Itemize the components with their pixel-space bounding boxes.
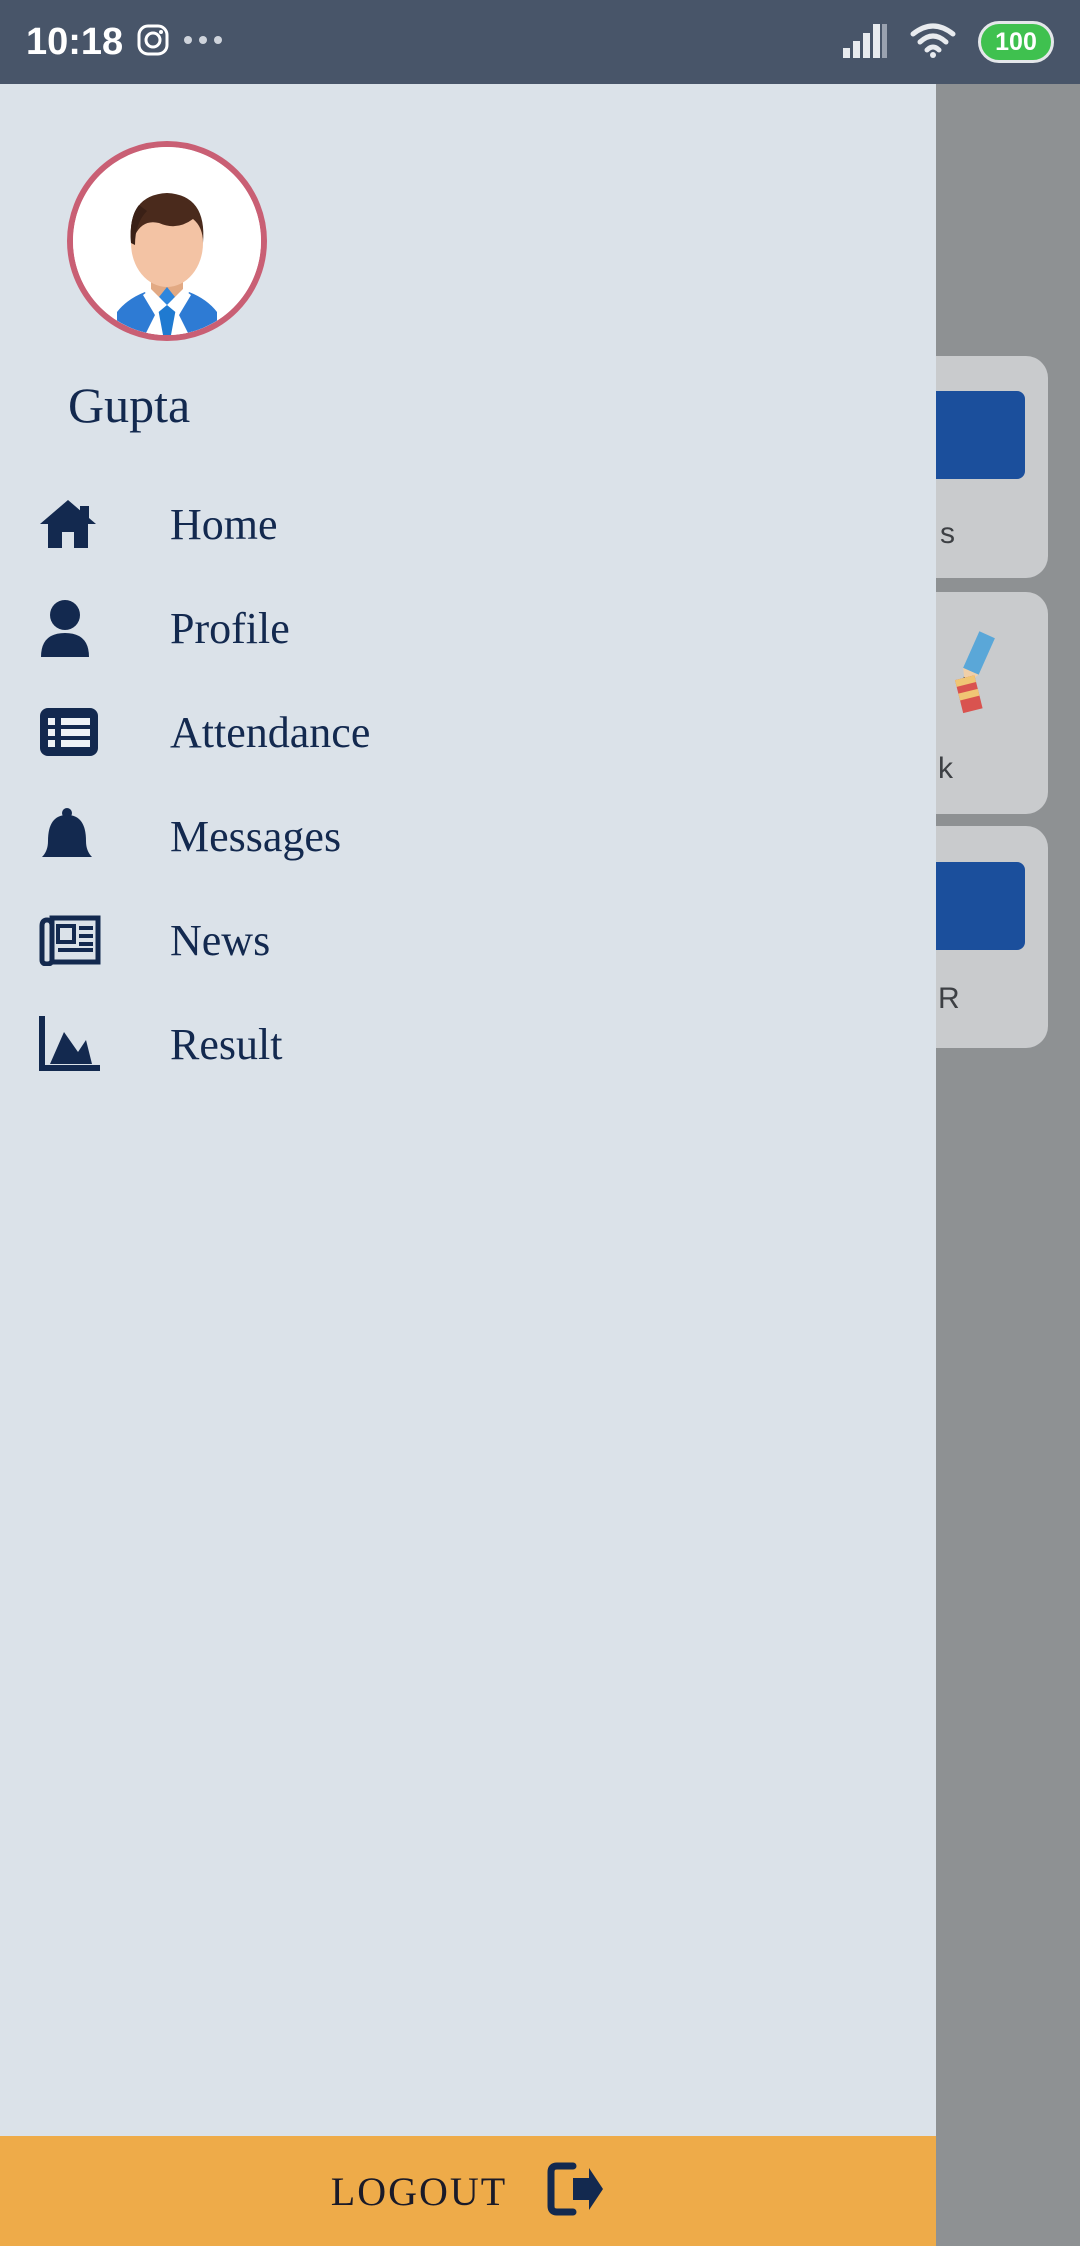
sidebar-item-news[interactable]: News xyxy=(0,888,936,992)
sidebar-item-messages[interactable]: Messages xyxy=(0,784,936,888)
logout-label: LOGOUT xyxy=(330,2168,508,2214)
logout-arrow-icon xyxy=(547,2162,605,2221)
user-name: Gupta xyxy=(68,377,191,433)
drawer-content: Gupta Home Profile Attendance Messages N… xyxy=(0,84,936,2136)
background-card-1-label: s xyxy=(940,517,955,550)
status-bar-left: 10:18 xyxy=(26,21,223,64)
avatar[interactable] xyxy=(67,141,267,341)
battery-level: 100 xyxy=(995,27,1037,56)
navigation-drawer: Gupta Home Profile Attendance Messages N… xyxy=(0,84,936,2246)
newspaper-icon xyxy=(38,907,104,973)
overflow-dots-icon xyxy=(183,33,223,51)
person-icon xyxy=(38,595,104,661)
wifi-icon xyxy=(910,22,956,63)
sidebar-item-label: Result xyxy=(170,1019,283,1069)
background-card-3-label: R xyxy=(938,982,960,1015)
pencil-icon xyxy=(954,631,995,714)
instagram-icon xyxy=(137,24,169,61)
background-card-2-label: k xyxy=(938,752,953,785)
clock: 10:18 xyxy=(26,20,124,63)
sidebar-item-label: News xyxy=(170,915,271,965)
sidebar-item-label: Attendance xyxy=(170,707,371,757)
cellular-signal-icon xyxy=(842,22,888,63)
sidebar-item-profile[interactable]: Profile xyxy=(0,576,936,680)
sidebar-item-label: Profile xyxy=(170,603,290,653)
status-bar-right: 100 xyxy=(842,21,1054,63)
sidebar-item-home[interactable]: Home xyxy=(0,472,936,576)
bell-icon xyxy=(38,803,104,869)
area-chart-icon xyxy=(38,1011,104,1077)
sidebar-item-label: Home xyxy=(170,499,278,549)
user-avatar-photo xyxy=(73,147,261,335)
avatar-ring xyxy=(67,141,267,341)
status-bar: 10:18 100 xyxy=(0,0,1080,84)
battery-icon: 100 xyxy=(978,21,1054,63)
home-icon xyxy=(38,491,104,557)
drawer-menu: Home Profile Attendance Messages News Re… xyxy=(0,472,936,1096)
logout-button[interactable]: LOGOUT xyxy=(0,2136,936,2246)
sidebar-item-attendance[interactable]: Attendance xyxy=(0,680,936,784)
sidebar-item-result[interactable]: Result xyxy=(0,992,936,1096)
list-icon xyxy=(38,699,104,765)
sidebar-item-label: Messages xyxy=(170,811,342,861)
app-screen: s k R Gupta Home Profile Attendance Mess… xyxy=(0,0,1080,2246)
